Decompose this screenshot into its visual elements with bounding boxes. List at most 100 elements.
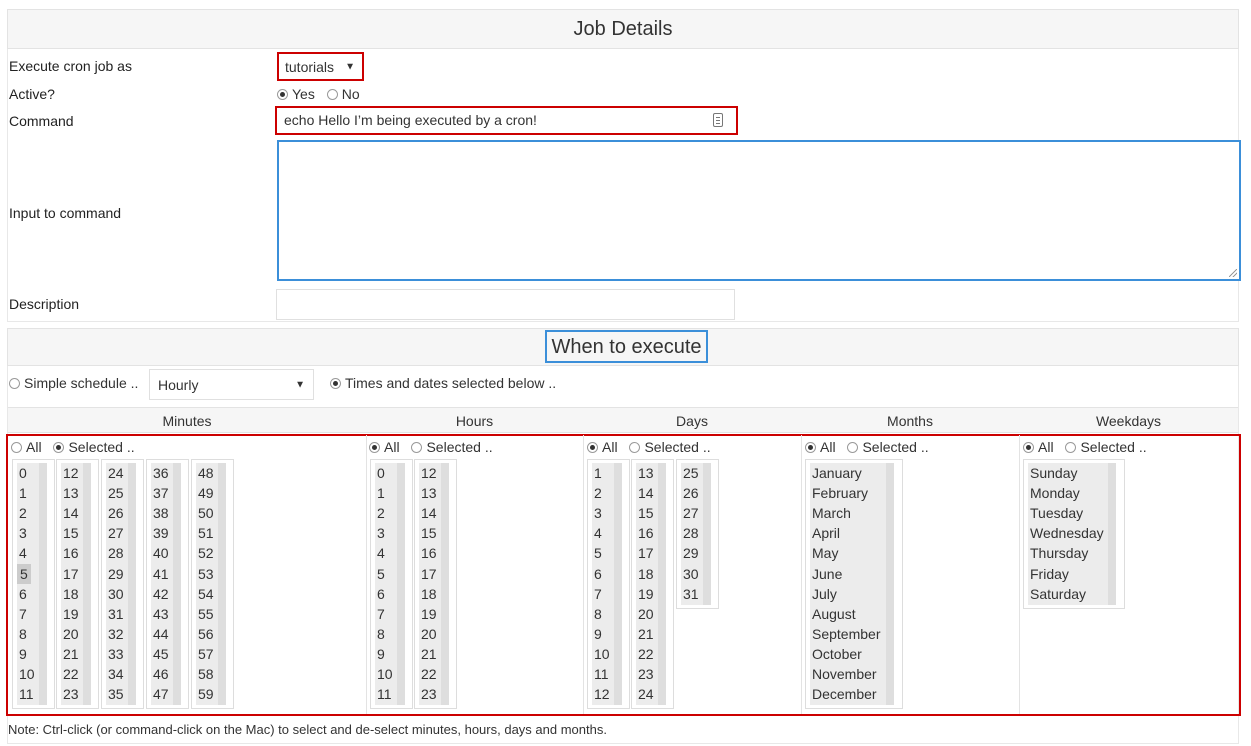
- days-list[interactable]: 25 26 27 28 29 30 31: [676, 459, 719, 609]
- list-option[interactable]: 11: [377, 684, 392, 704]
- months-selected-radio[interactable]: [847, 442, 859, 453]
- list-option[interactable]: 43: [153, 604, 169, 624]
- list-option[interactable]: 0: [377, 463, 385, 483]
- list-option[interactable]: Friday: [1030, 564, 1069, 584]
- list-option[interactable]: 45: [153, 644, 169, 664]
- list-option[interactable]: 8: [377, 624, 385, 644]
- minutes-list[interactable]: 12 13 14 15 16 17 18 19 20 21 22 23: [56, 459, 99, 710]
- list-option[interactable]: 4: [594, 523, 602, 543]
- list-option[interactable]: 51: [198, 523, 214, 543]
- list-option[interactable]: November: [812, 664, 877, 684]
- minutes-list-scrollbar[interactable]: [128, 463, 136, 706]
- list-option[interactable]: 19: [421, 604, 437, 624]
- list-option[interactable]: 10: [19, 664, 35, 684]
- list-option[interactable]: 54: [198, 584, 214, 604]
- minutes-list-scrollbar[interactable]: [218, 463, 226, 706]
- list-option[interactable]: 31: [683, 584, 699, 604]
- list-option[interactable]: Sunday: [1030, 463, 1077, 483]
- list-option[interactable]: 3: [19, 523, 27, 543]
- list-option[interactable]: 18: [421, 584, 437, 604]
- list-option[interactable]: July: [812, 584, 837, 604]
- list-option[interactable]: 21: [63, 644, 79, 664]
- description-input[interactable]: [276, 289, 735, 320]
- list-option[interactable]: 29: [108, 564, 124, 584]
- list-option[interactable]: 32: [108, 624, 124, 644]
- list-option[interactable]: 20: [638, 604, 654, 624]
- list-option[interactable]: March: [812, 503, 851, 523]
- hours-list-scrollbar[interactable]: [397, 463, 405, 706]
- list-option[interactable]: 53: [198, 564, 214, 584]
- list-option[interactable]: 59: [198, 684, 214, 704]
- list-option[interactable]: 22: [421, 664, 437, 684]
- days-list[interactable]: 1 2 3 4 5 6 7 8 9 10 11 12: [587, 459, 630, 710]
- list-option[interactable]: 9: [377, 644, 385, 664]
- list-option[interactable]: 31: [108, 604, 124, 624]
- list-option[interactable]: 27: [683, 503, 699, 523]
- list-option[interactable]: 3: [377, 523, 385, 543]
- list-option[interactable]: 6: [594, 564, 602, 584]
- list-option[interactable]: 21: [421, 644, 437, 664]
- list-option[interactable]: 22: [63, 664, 79, 684]
- list-option[interactable]: 29: [683, 543, 699, 563]
- list-option[interactable]: 5: [377, 564, 385, 584]
- minutes-list[interactable]: 0 1 2 3 4 5 6 7 8 9 10 11: [12, 459, 55, 710]
- days-list-scrollbar[interactable]: [658, 463, 666, 706]
- list-option[interactable]: 15: [638, 503, 654, 523]
- list-option[interactable]: 2: [377, 503, 385, 523]
- list-option[interactable]: 18: [63, 584, 79, 604]
- simple-schedule-select[interactable]: Hourly ▼: [149, 369, 314, 400]
- hours-all-radio[interactable]: [369, 442, 380, 453]
- input-to-command-textarea[interactable]: [277, 140, 1241, 281]
- minutes-list-scrollbar[interactable]: [83, 463, 91, 706]
- list-option[interactable]: 39: [153, 523, 169, 543]
- list-option[interactable]: 16: [638, 523, 654, 543]
- list-option[interactable]: 46: [153, 664, 169, 684]
- hours-selected-radio[interactable]: [411, 442, 423, 453]
- list-option[interactable]: 23: [63, 684, 79, 704]
- list-option[interactable]: 3: [594, 503, 602, 523]
- list-option[interactable]: 57: [198, 644, 214, 664]
- list-option[interactable]: 9: [19, 644, 27, 664]
- list-option[interactable]: 48: [198, 463, 214, 483]
- list-option[interactable]: 28: [108, 543, 124, 563]
- list-option[interactable]: 47: [153, 684, 169, 704]
- list-option[interactable]: 34: [108, 664, 124, 684]
- list-option[interactable]: 56: [198, 624, 214, 644]
- times-dates-radio[interactable]: [330, 378, 341, 389]
- list-option[interactable]: October: [812, 644, 862, 664]
- list-option[interactable]: Thursday: [1030, 543, 1088, 563]
- list-option[interactable]: 16: [421, 543, 437, 563]
- list-option[interactable]: January: [812, 463, 862, 483]
- list-option[interactable]: February: [812, 483, 868, 503]
- list-option[interactable]: December: [812, 684, 877, 704]
- list-option[interactable]: 25: [683, 463, 699, 483]
- list-option[interactable]: 52: [198, 543, 214, 563]
- weekdays-list[interactable]: Sunday Monday Tuesday Wednesday Thursday Frid…: [1023, 459, 1125, 609]
- list-option[interactable]: 6: [377, 584, 385, 604]
- hours-list-scrollbar[interactable]: [441, 463, 449, 706]
- list-option[interactable]: 4: [377, 543, 385, 563]
- list-option[interactable]: Monday: [1030, 483, 1080, 503]
- list-option[interactable]: 18: [638, 564, 654, 584]
- list-option[interactable]: Wednesday: [1030, 523, 1104, 543]
- list-option[interactable]: 5: [17, 563, 31, 584]
- hours-list[interactable]: 0 1 2 3 4 5 6 7 8 9 10 11: [370, 459, 413, 710]
- list-option[interactable]: 33: [108, 644, 124, 664]
- list-option[interactable]: 15: [421, 523, 437, 543]
- list-option[interactable]: 38: [153, 503, 169, 523]
- list-option[interactable]: 5: [594, 543, 602, 563]
- list-option[interactable]: 40: [153, 543, 169, 563]
- list-option[interactable]: 44: [153, 624, 169, 644]
- list-option[interactable]: 37: [153, 483, 169, 503]
- list-option[interactable]: May: [812, 543, 838, 563]
- list-option[interactable]: 20: [63, 624, 79, 644]
- days-list-scrollbar[interactable]: [703, 463, 711, 605]
- list-option[interactable]: 7: [19, 604, 27, 624]
- list-option[interactable]: 10: [377, 664, 393, 684]
- list-option[interactable]: 21: [638, 624, 654, 644]
- list-option[interactable]: 30: [108, 584, 124, 604]
- list-option[interactable]: 36: [153, 463, 169, 483]
- list-option[interactable]: 17: [421, 564, 437, 584]
- list-option[interactable]: 30: [683, 564, 699, 584]
- simple-schedule-radio[interactable]: [9, 378, 20, 389]
